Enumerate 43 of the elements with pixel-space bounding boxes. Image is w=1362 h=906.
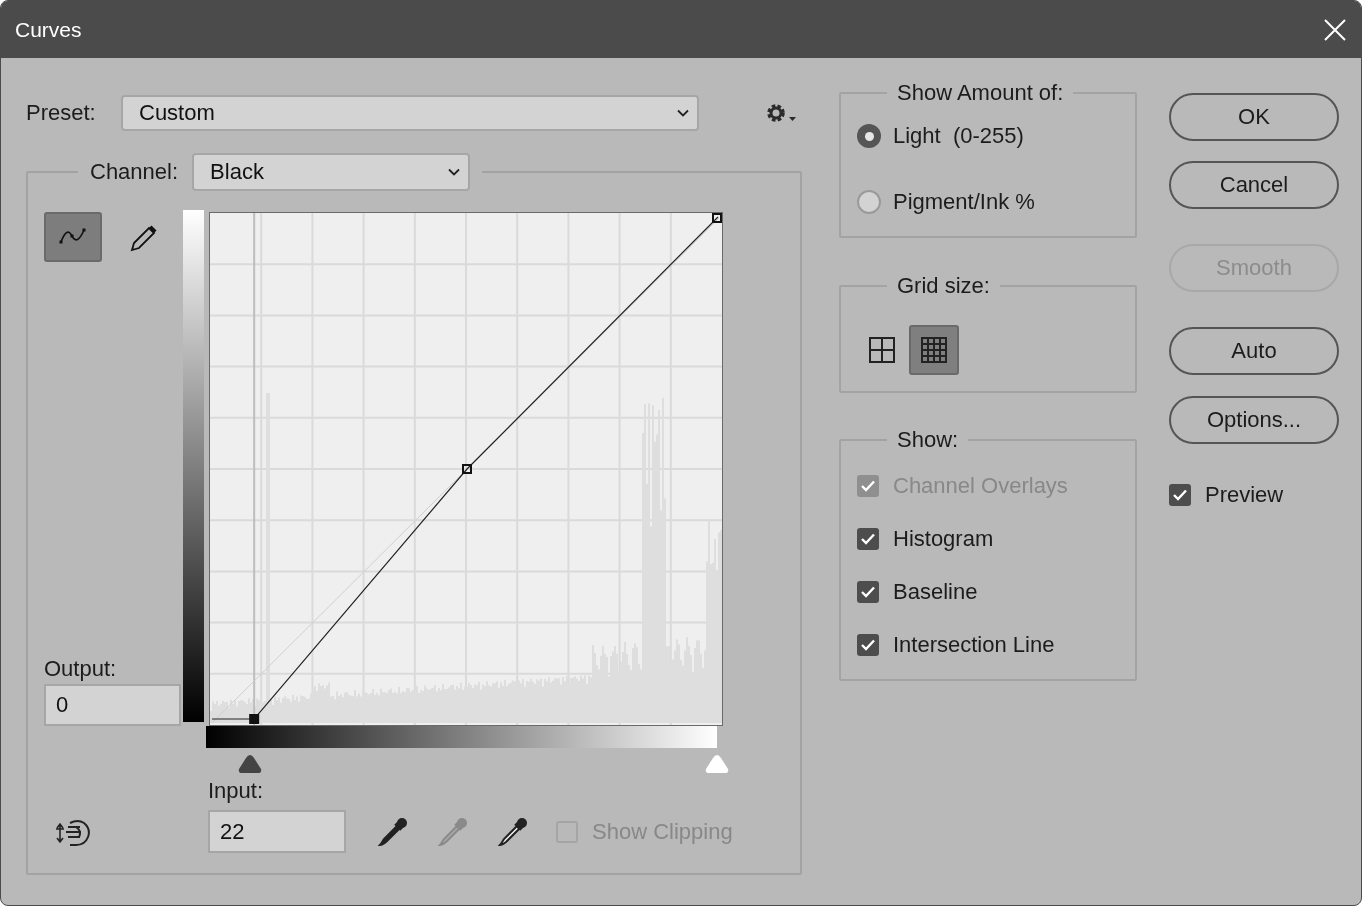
radio-label: Light (0-255)	[893, 123, 1024, 149]
group-title: Grid size:	[896, 273, 991, 299]
curve-tool[interactable]	[44, 212, 102, 262]
radio-button[interactable]	[857, 190, 881, 214]
chevron-icon	[448, 168, 461, 176]
checkbox-label: Preview	[1205, 482, 1284, 508]
window-title: Curves	[15, 17, 82, 42]
checkmark-icon	[861, 532, 875, 545]
output-field[interactable]: 0	[44, 684, 181, 726]
checkbox-label: Histogram	[893, 525, 994, 552]
checkbox[interactable]	[1169, 484, 1191, 506]
group-title: Show Amount of:	[896, 80, 1065, 106]
checkbox[interactable]	[857, 633, 879, 656]
radio-label: Pigment/Ink %	[893, 189, 1035, 215]
slider-handle[interactable]	[704, 753, 730, 775]
input-label: Input:	[208, 778, 265, 804]
checkbox[interactable]	[857, 527, 879, 550]
grid-button[interactable]	[909, 325, 959, 375]
preset-label: Preset:	[26, 100, 97, 126]
channel-label: Channel:	[90, 159, 179, 185]
output-label: Output:	[44, 656, 118, 682]
checkbox-label: Baseline	[893, 578, 978, 605]
channel-dropdown[interactable]: Black	[192, 153, 471, 191]
checkmark-icon	[861, 479, 875, 492]
checkbox[interactable]	[857, 580, 879, 603]
checkbox-label: Intersection Line	[893, 631, 1055, 658]
close-icon[interactable]	[1323, 17, 1347, 42]
chevron-icon	[677, 109, 689, 117]
settings-icon[interactable]	[765, 101, 797, 125]
preset-dropdown[interactable]: Custom	[121, 95, 699, 131]
slider-handle[interactable]	[237, 753, 264, 775]
dialog-button[interactable]: Cancel	[1169, 161, 1339, 209]
dialog-button[interactable]: OK	[1169, 93, 1339, 141]
grid-icon	[921, 337, 947, 363]
checkmark-icon	[861, 638, 875, 651]
dialog-button[interactable]: Auto	[1169, 327, 1339, 375]
checkmark-icon	[861, 585, 875, 598]
dialog-button[interactable]: Options...	[1169, 396, 1339, 444]
radio-button[interactable]	[857, 124, 881, 148]
group-title: Show:	[896, 427, 960, 453]
input-field[interactable]: 22	[208, 810, 346, 853]
grid-icon	[869, 337, 895, 363]
checkmark-icon	[1173, 489, 1187, 501]
